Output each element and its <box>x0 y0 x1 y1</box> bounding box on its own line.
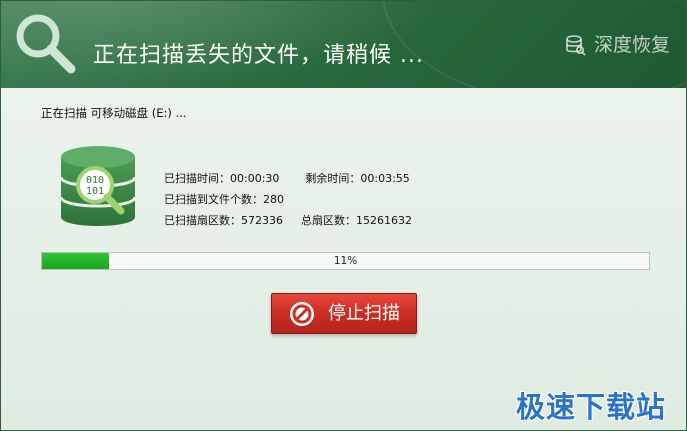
brand-name: 深度恢复 <box>593 34 670 56</box>
scan-stats: 已扫描时间：00:00:30 剩余时间：00:03:55 已扫描到文件个数：280… <box>164 171 412 234</box>
elapsed-time: 已扫描时间：00:00:30 <box>164 172 280 185</box>
page-title: 正在扫描丢失的文件，请稍候 ... <box>93 43 424 68</box>
stat-row-time: 已扫描时间：00:00:30 剩余时间：00:03:55 <box>164 171 412 192</box>
files-found: 已扫描到文件个数：280 <box>164 193 284 206</box>
scan-target-label: 正在扫描 可移动磁盘 (E:) ... <box>41 106 187 120</box>
stat-row-sectors: 已扫描扇区数：572336 总扇区数：15261632 <box>164 213 412 234</box>
remaining-time: 剩余时间：00:03:55 <box>305 172 410 185</box>
scan-window: 正在扫描丢失的文件，请稍候 ... 深度恢复 正在扫描 可移动磁盘 (E:) .… <box>0 0 687 431</box>
stop-scan-label: 停止扫描 <box>328 302 400 324</box>
svg-text:101: 101 <box>86 186 104 197</box>
title-header: 正在扫描丢失的文件，请稍候 ... 深度恢复 <box>1 1 686 88</box>
scan-progress-bar: 11% <box>41 252 650 270</box>
stop-scan-button[interactable]: 停止扫描 <box>271 293 417 334</box>
sectors-total: 总扇区数：15261632 <box>301 214 412 227</box>
database-icon <box>566 35 586 56</box>
brand: 深度恢复 <box>564 34 670 56</box>
magnifier-icon <box>16 14 76 74</box>
stop-icon <box>290 301 314 326</box>
database-scan-icon: 010 101 <box>59 146 137 226</box>
site-watermark: 极速下载站 <box>515 390 666 424</box>
stat-row-files: 已扫描到文件个数：280 <box>164 192 412 213</box>
progress-percent: 11% <box>333 255 358 267</box>
svg-text:010: 010 <box>86 175 104 186</box>
sectors-scanned: 已扫描扇区数：572336 <box>164 214 283 227</box>
